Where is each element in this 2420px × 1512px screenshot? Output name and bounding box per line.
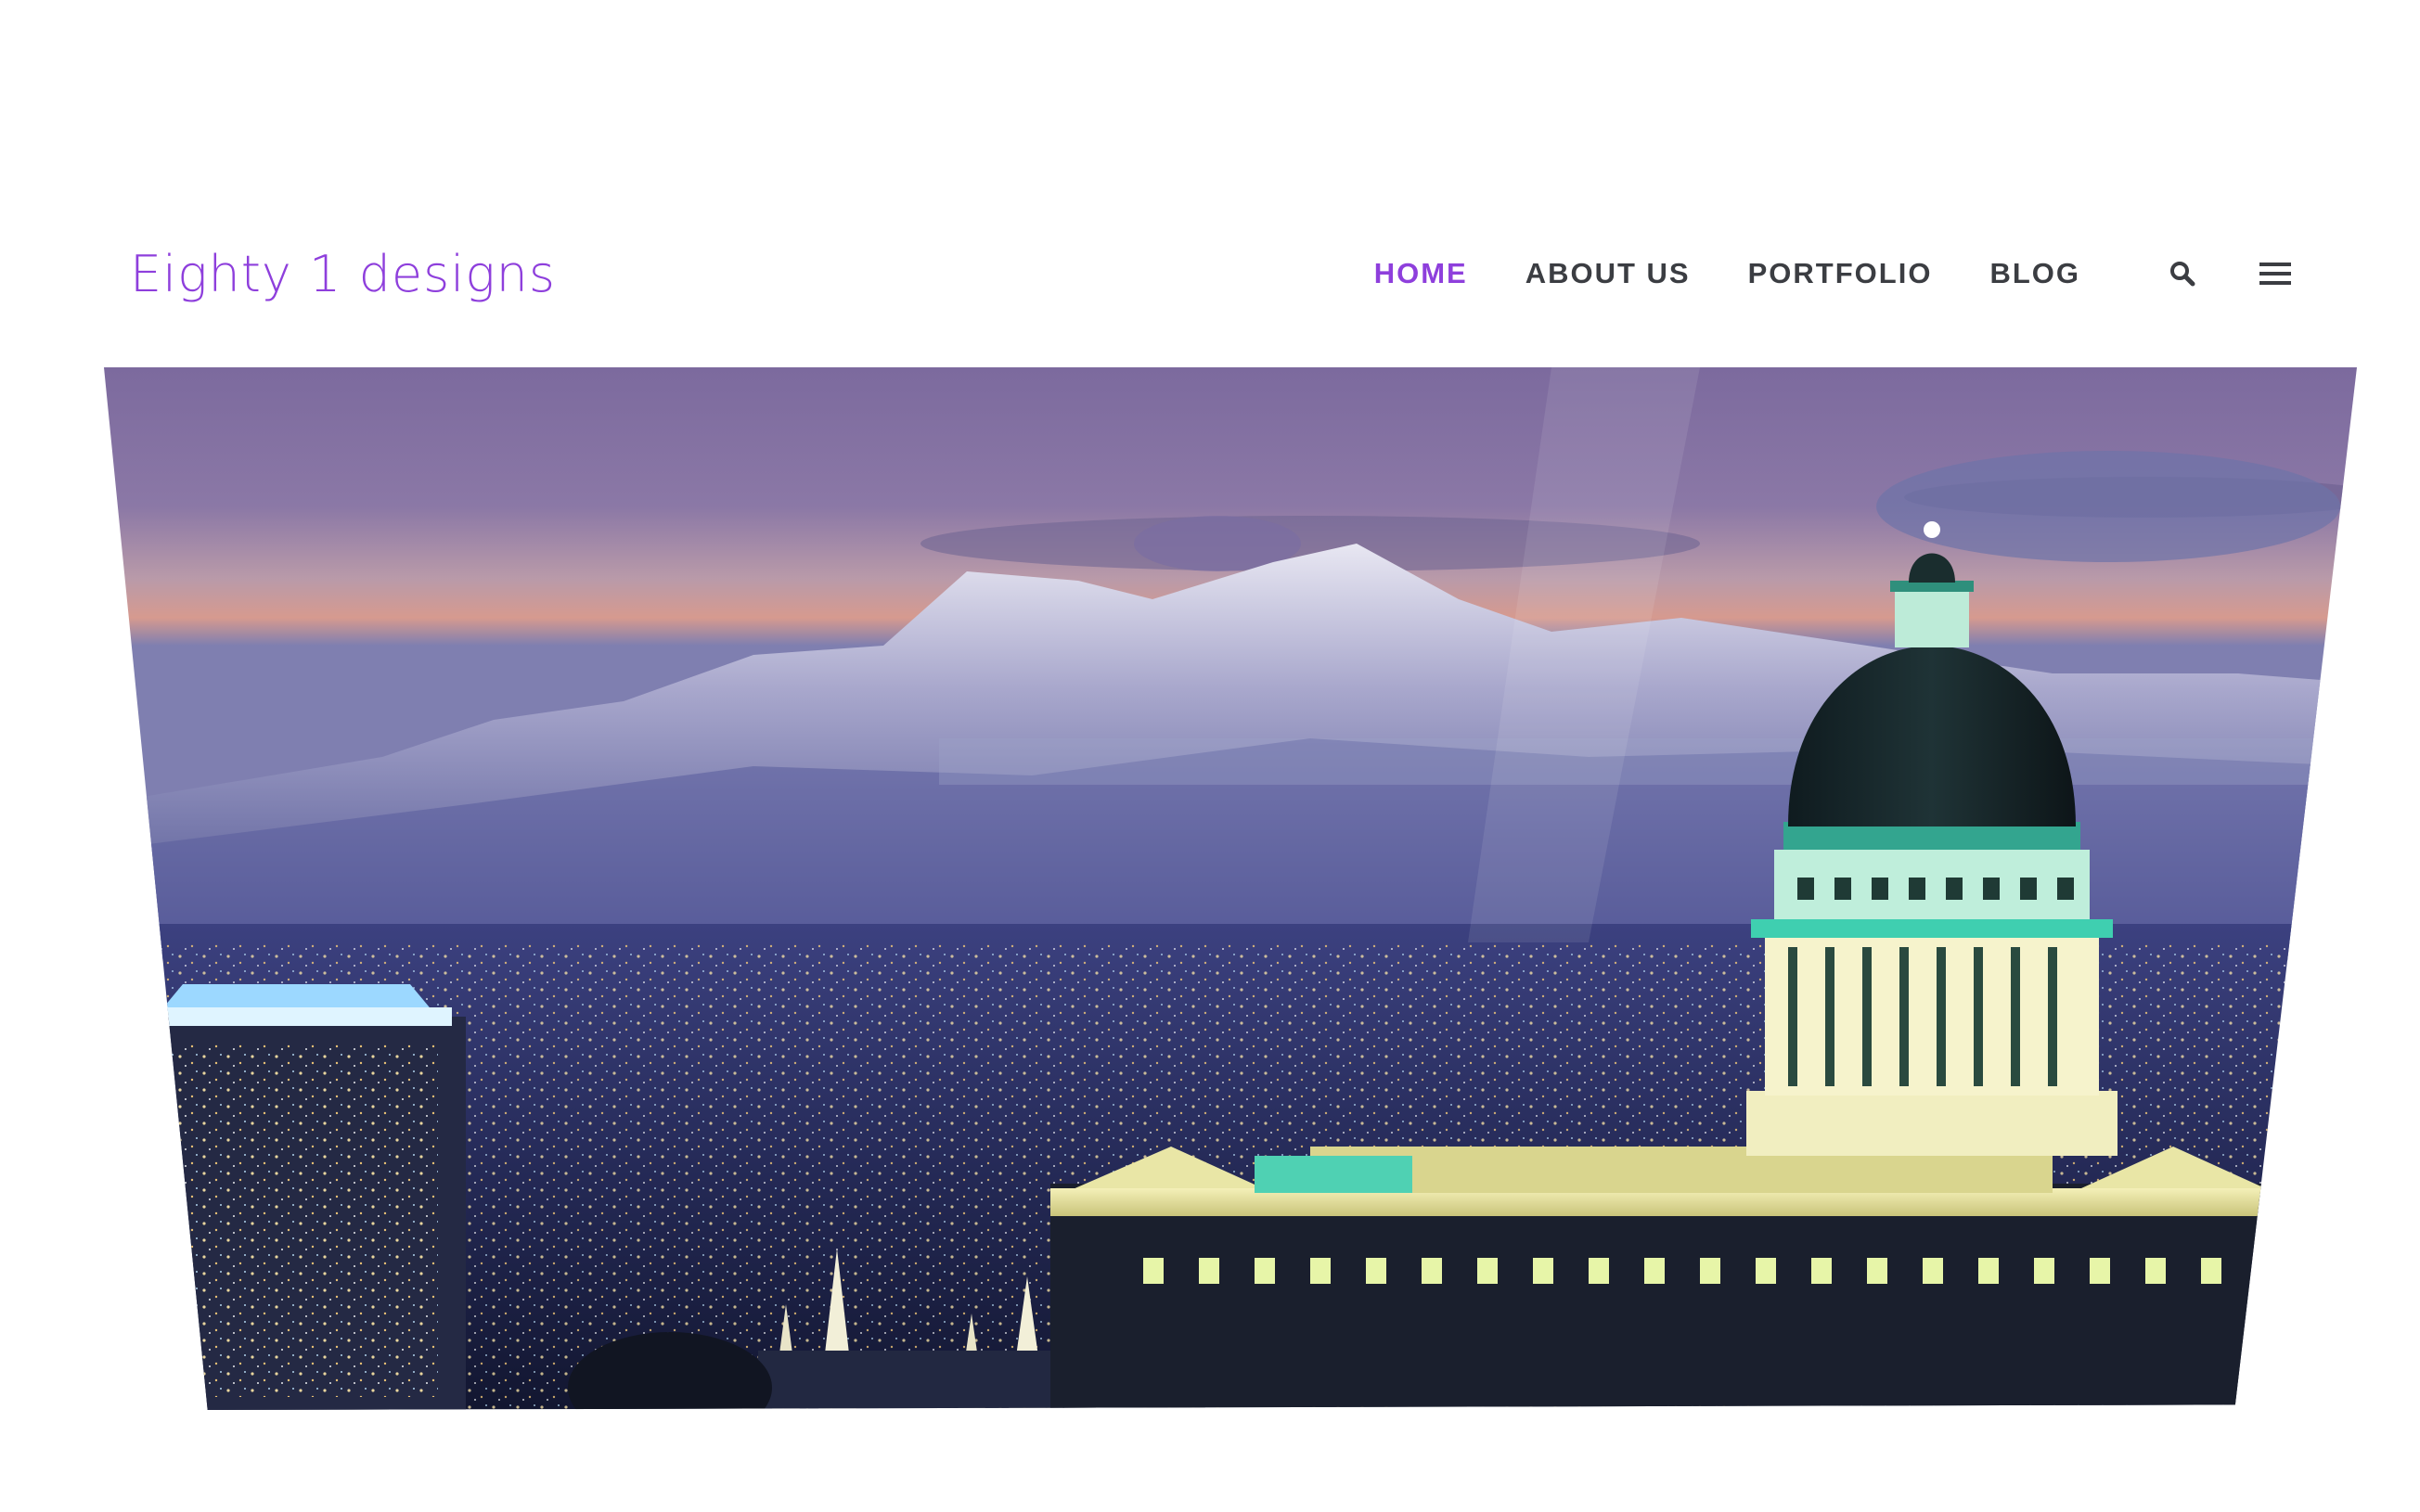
nav-blog[interactable]: BLOG [1989,257,2080,290]
page: Eighty 1 designs HOME ABOUT US PORTFOLIO… [0,0,2420,1512]
nav-portfolio[interactable]: PORTFOLIO [1748,257,1933,290]
search-icon[interactable] [2164,255,2201,292]
hamburger-menu-icon[interactable] [2257,255,2294,292]
hero-image [104,367,2357,1410]
hero-scene-illustration [104,367,2357,1410]
nav-home[interactable]: HOME [1374,257,1468,290]
site-logo[interactable]: Eighty 1 designs [130,241,556,306]
main-navigation: HOME ABOUT US PORTFOLIO BLOG [1374,241,2420,306]
nav-about-us[interactable]: ABOUT US [1525,257,1691,290]
site-header: Eighty 1 designs HOME ABOUT US PORTFOLIO… [0,213,2420,334]
